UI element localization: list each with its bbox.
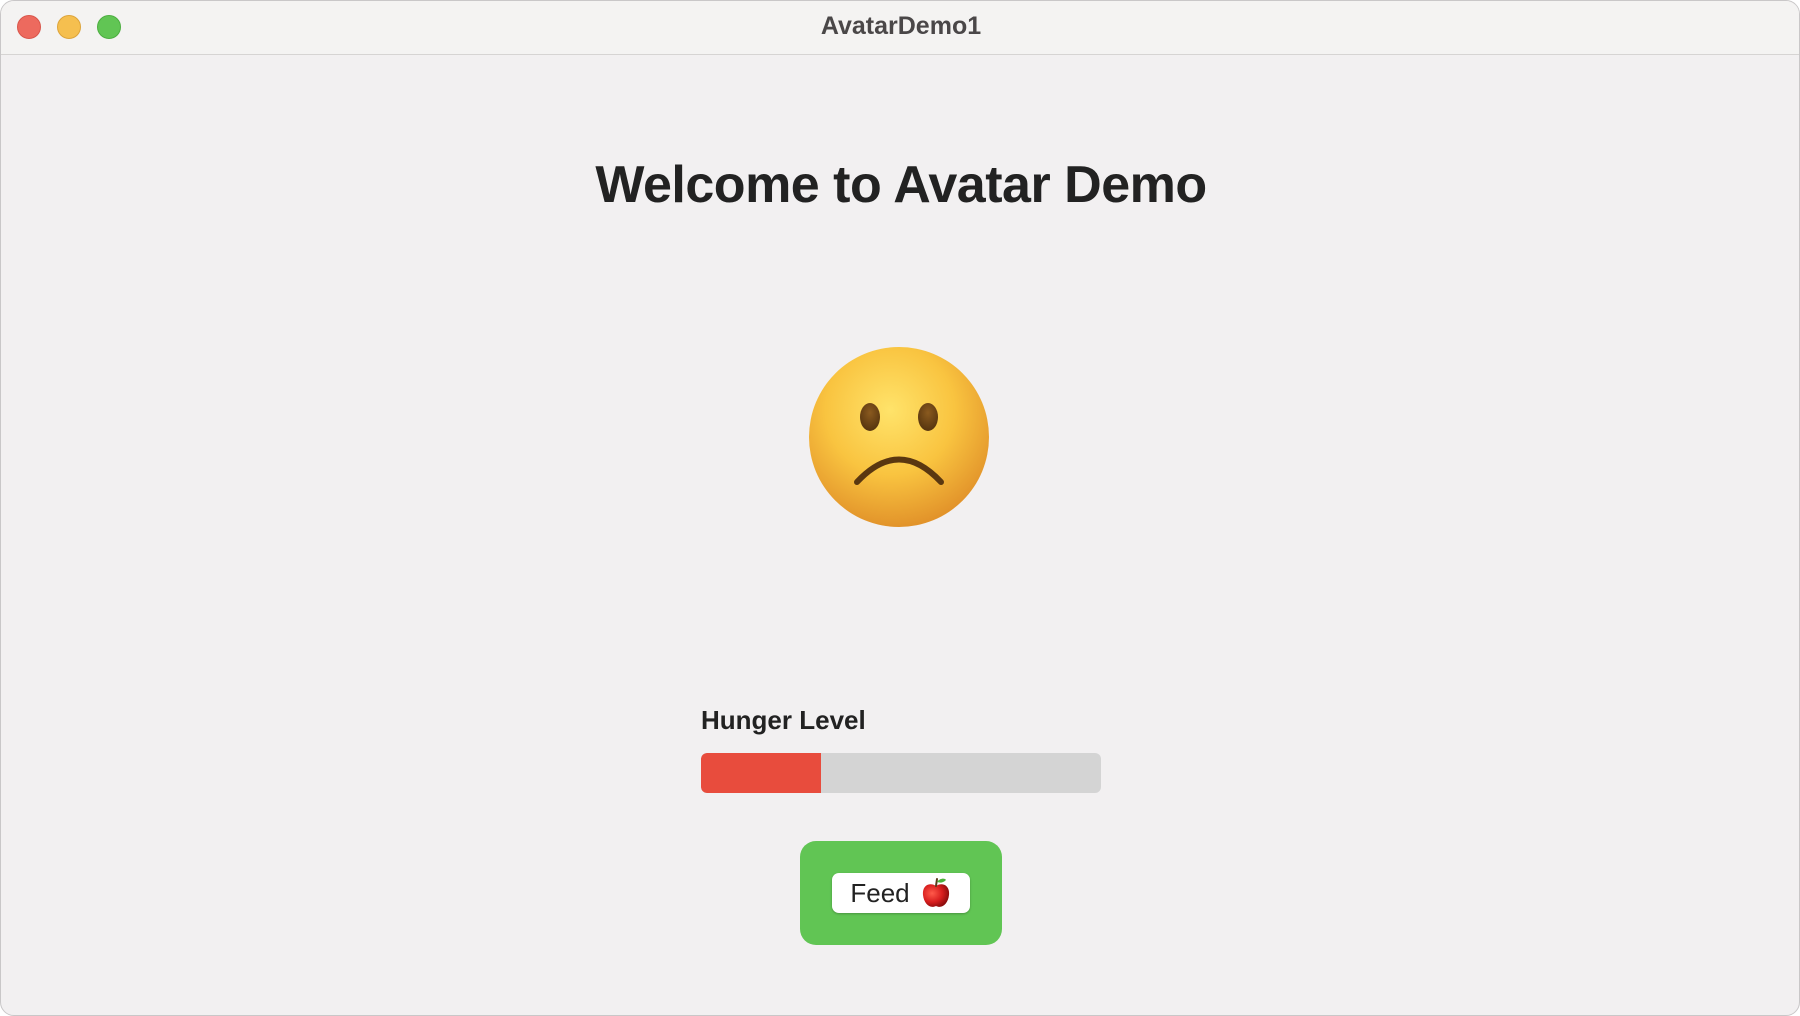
window-title: AvatarDemo1 [820,12,982,40]
main-content: Welcome to Avatar Demo Hunger Level Feed [1,55,1799,1015]
hunger-level-label: Hunger Level [701,705,866,735]
app-window: AvatarDemo1 Welcome to Avatar Demo Hunge [0,0,1800,1016]
feed-button-container: Feed [800,841,1002,945]
apple-icon [922,878,949,907]
page-title: Welcome to Avatar Demo [595,156,1207,214]
title-bar[interactable]: AvatarDemo1 [1,1,1799,55]
sad-face-icon [809,347,989,527]
hunger-progress-fill [701,753,821,793]
feed-button[interactable]: Feed [832,873,970,913]
hunger-progress-bar [701,753,1101,793]
feed-button-label: Feed [850,877,910,908]
